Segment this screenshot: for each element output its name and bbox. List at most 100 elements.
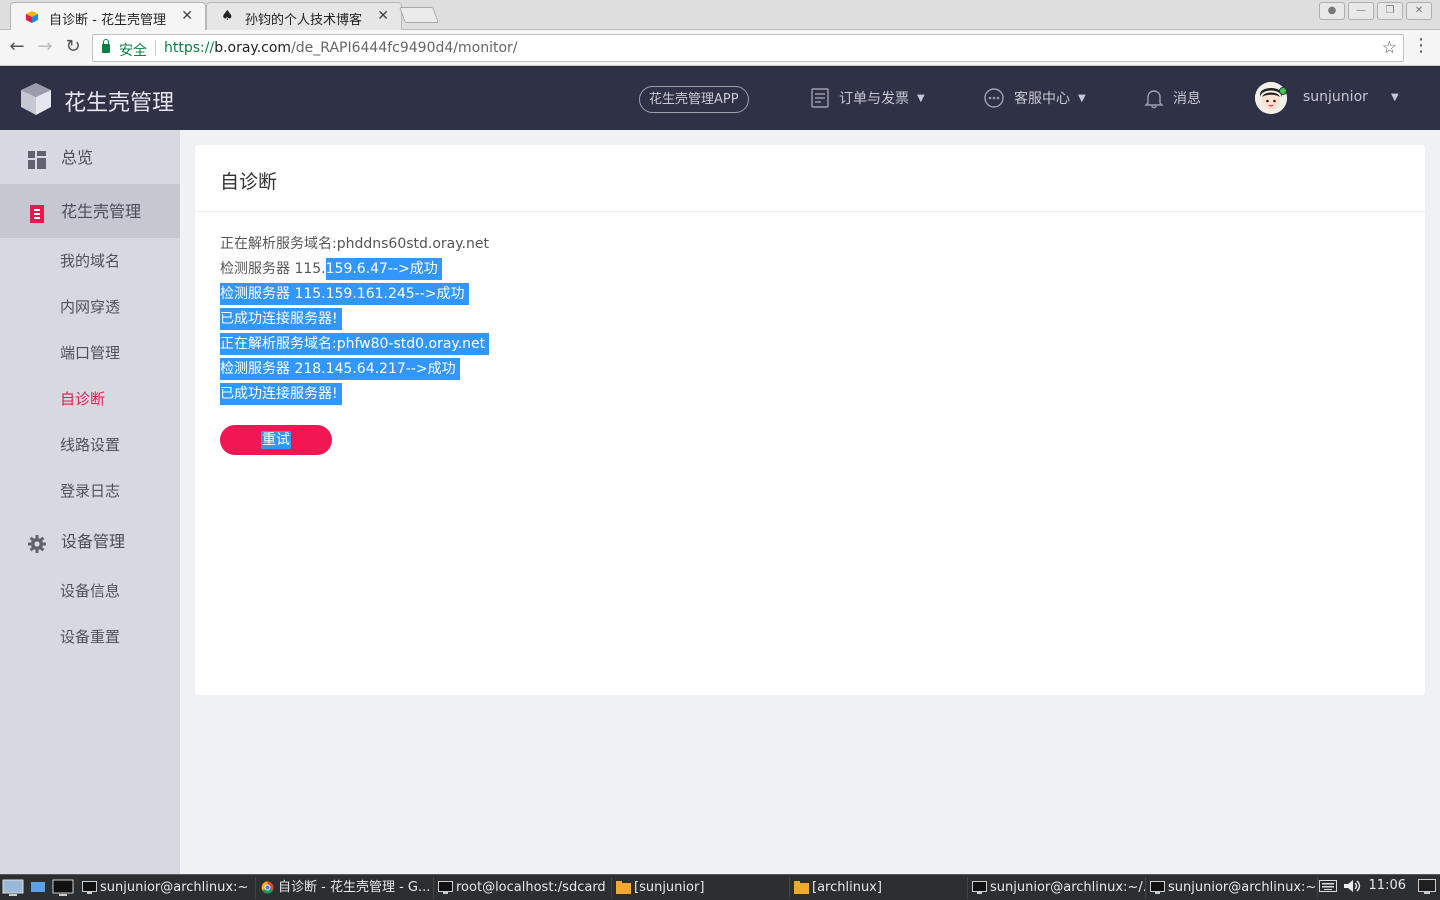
sidebar-group-devices[interactable]: 设备管理 <box>0 514 180 568</box>
system-tray: 11:06 <box>1318 878 1406 893</box>
minimize-button[interactable]: — <box>1348 2 1374 20</box>
oray-logo-icon[interactable] <box>18 81 54 117</box>
tab-close-icon[interactable]: ✕ <box>377 8 389 24</box>
taskbar-task[interactable]: sunjunior@archlinux:~/... <box>970 877 1146 899</box>
sidebar-item-routes[interactable]: 线路设置 <box>0 422 180 468</box>
nav-messages[interactable]: 消息 <box>1143 87 1201 109</box>
log-line: 已成功连接服务器! <box>220 307 489 332</box>
task-label: root@localhost:/sdcard <box>456 880 606 895</box>
log-line: 已成功连接服务器! <box>220 382 489 407</box>
sidebar-item-device-reset[interactable]: 设备重置 <box>0 614 180 660</box>
window-controls: ● — ❐ ✕ <box>1319 2 1432 20</box>
keyboard-icon[interactable] <box>1318 879 1337 893</box>
url-path: /de_RAPI6444fc9490d4/monitor/ <box>291 40 518 56</box>
caret-down-icon: ▼ <box>1078 92 1086 104</box>
sidebar-item-intranet[interactable]: 内网穿透 <box>0 284 180 330</box>
nav-messages-label: 消息 <box>1173 91 1201 107</box>
taskbar-task[interactable]: sunjunior@archlinux:~ <box>1148 877 1318 899</box>
close-window-button[interactable]: ✕ <box>1406 2 1432 20</box>
logo-text[interactable]: 花生壳管理 <box>64 85 174 117</box>
log-line: 检测服务器 218.145.64.217-->成功 <box>220 357 489 382</box>
browser-toolbar: ← → ↻ 安全 https://b.oray.com/de_RAPI6444f… <box>0 30 1440 66</box>
sidebar-item-device-info[interactable]: 设备信息 <box>0 568 180 614</box>
file-manager-icon[interactable] <box>28 878 50 898</box>
nav-service[interactable]: 客服中心 ▼ <box>982 87 1086 109</box>
terminal-icon[interactable] <box>52 878 74 898</box>
sidebar-group-label: 设备管理 <box>61 532 126 551</box>
sidebar-item-label: 总览 <box>61 148 94 167</box>
url-scheme: https:// <box>164 40 215 56</box>
taskbar-task[interactable]: sunjunior@archlinux:~ <box>80 877 256 899</box>
folder-icon <box>794 881 809 894</box>
sidebar-item-ports[interactable]: 端口管理 <box>0 330 180 376</box>
task-label: 自诊断 - 花生壳管理 - G... <box>278 880 431 895</box>
taskbar-task[interactable]: 自诊断 - 花生壳管理 - G... <box>258 877 434 899</box>
log-text-selected: 已成功连接服务器! <box>220 308 342 330</box>
username[interactable]: sunjunior <box>1303 89 1368 105</box>
diagnosis-card: 自诊断 正在解析服务域名:phddns60std.oray.net 检测服务器 … <box>195 145 1425 695</box>
browser-menu-icon[interactable]: ⋮ <box>1412 35 1430 56</box>
folder-icon <box>616 881 631 894</box>
reload-icon[interactable]: ↻ <box>62 36 84 58</box>
url-text: https://b.oray.com/de_RAPI6444fc9490d4/m… <box>164 40 518 56</box>
terminal-icon <box>972 881 987 894</box>
taskbar-task[interactable]: [sunjunior] <box>614 877 790 899</box>
taskbar-task[interactable]: [archlinux] <box>792 877 968 899</box>
log-text-selected: 检测服务器 218.145.64.217-->成功 <box>220 358 460 380</box>
sidebar-item-overview[interactable]: 总览 <box>0 130 180 184</box>
lock-icon <box>102 39 110 53</box>
sidebar-item-my-domains[interactable]: 我的域名 <box>0 238 180 284</box>
tab-title: 自诊断 - 花生壳管理 <box>49 13 166 28</box>
show-desktop-icon[interactable] <box>2 878 24 898</box>
log-text: 正在解析服务域名:phddns60std.oray.net <box>220 236 489 252</box>
task-label: sunjunior@archlinux:~ <box>1168 880 1317 895</box>
task-label: [sunjunior] <box>634 880 705 895</box>
address-bar[interactable]: 安全 https://b.oray.com/de_RAPI6444fc9490d… <box>92 34 1404 62</box>
document-list-icon <box>30 205 44 223</box>
task-label: sunjunior@archlinux:~ <box>100 880 249 895</box>
app-download-button[interactable]: 花生壳管理APP <box>639 86 749 113</box>
sidebar-group-label: 花生壳管理 <box>61 202 142 221</box>
browser-tab[interactable]: ♠ 孙钧的个人技术博客 ✕ <box>206 2 402 30</box>
oray-favicon-icon <box>26 11 38 23</box>
bookmark-star-icon[interactable]: ☆ <box>1382 38 1397 58</box>
task-label: sunjunior@archlinux:~/... <box>990 880 1146 895</box>
log-line: 检测服务器 115.159.6.47-->成功 <box>220 257 489 282</box>
retry-button-label: 重试 <box>261 431 291 449</box>
maximize-button[interactable]: ❐ <box>1377 2 1403 20</box>
volume-icon[interactable] <box>1343 879 1363 893</box>
user-menu-caret-icon[interactable]: ▼ <box>1391 92 1399 103</box>
tab-title: 孙钧的个人技术博客 <box>245 13 363 28</box>
log-line: 正在解析服务域名:phfw80-std0.oray.net <box>220 332 490 357</box>
invoice-icon <box>811 88 829 108</box>
dashboard-icon <box>28 151 46 169</box>
monitor-icon[interactable] <box>1418 879 1436 895</box>
sidebar-item-login-log[interactable]: 登录日志 <box>0 468 180 514</box>
new-tab-button[interactable] <box>399 7 439 23</box>
customer-service-icon <box>984 88 1004 108</box>
back-arrow-icon[interactable]: ← <box>6 36 28 58</box>
forward-arrow-icon[interactable]: → <box>34 36 56 58</box>
nav-orders[interactable]: 订单与发票 ▼ <box>809 87 925 109</box>
profile-icon[interactable]: ● <box>1319 2 1345 20</box>
divider <box>195 211 1425 212</box>
caret-down-icon: ▼ <box>917 92 925 104</box>
bell-icon <box>1144 90 1164 109</box>
taskbar-task[interactable]: root@localhost:/sdcard <box>436 877 612 899</box>
diagnosis-log: 正在解析服务域名:phddns60std.oray.net 检测服务器 115.… <box>220 232 490 407</box>
sidebar-item-diagnosis[interactable]: 自诊断 <box>0 376 180 422</box>
browser-tabstrip: 自诊断 - 花生壳管理 ✕ ♠ 孙钧的个人技术博客 ✕ ● — ❐ ✕ <box>0 0 1440 30</box>
browser-tab-active[interactable]: 自诊断 - 花生壳管理 ✕ <box>10 2 206 30</box>
online-status-dot <box>1279 87 1287 95</box>
log-text-selected: 正在解析服务域名:phfw80-std0.oray.net <box>220 333 490 355</box>
terminal-icon <box>82 881 97 894</box>
log-line: 检测服务器 115.159.161.245-->成功 <box>220 282 489 307</box>
sidebar-group-hsk[interactable]: 花生壳管理 <box>0 184 180 238</box>
gear-icon <box>28 535 46 553</box>
tab-close-icon[interactable]: ✕ <box>181 8 193 24</box>
nav-orders-label: 订单与发票 <box>839 91 909 107</box>
terminal-icon <box>438 881 453 894</box>
clock[interactable]: 11:06 <box>1369 878 1406 893</box>
task-label: [archlinux] <box>812 880 882 895</box>
retry-button[interactable]: 重试 <box>220 425 332 455</box>
